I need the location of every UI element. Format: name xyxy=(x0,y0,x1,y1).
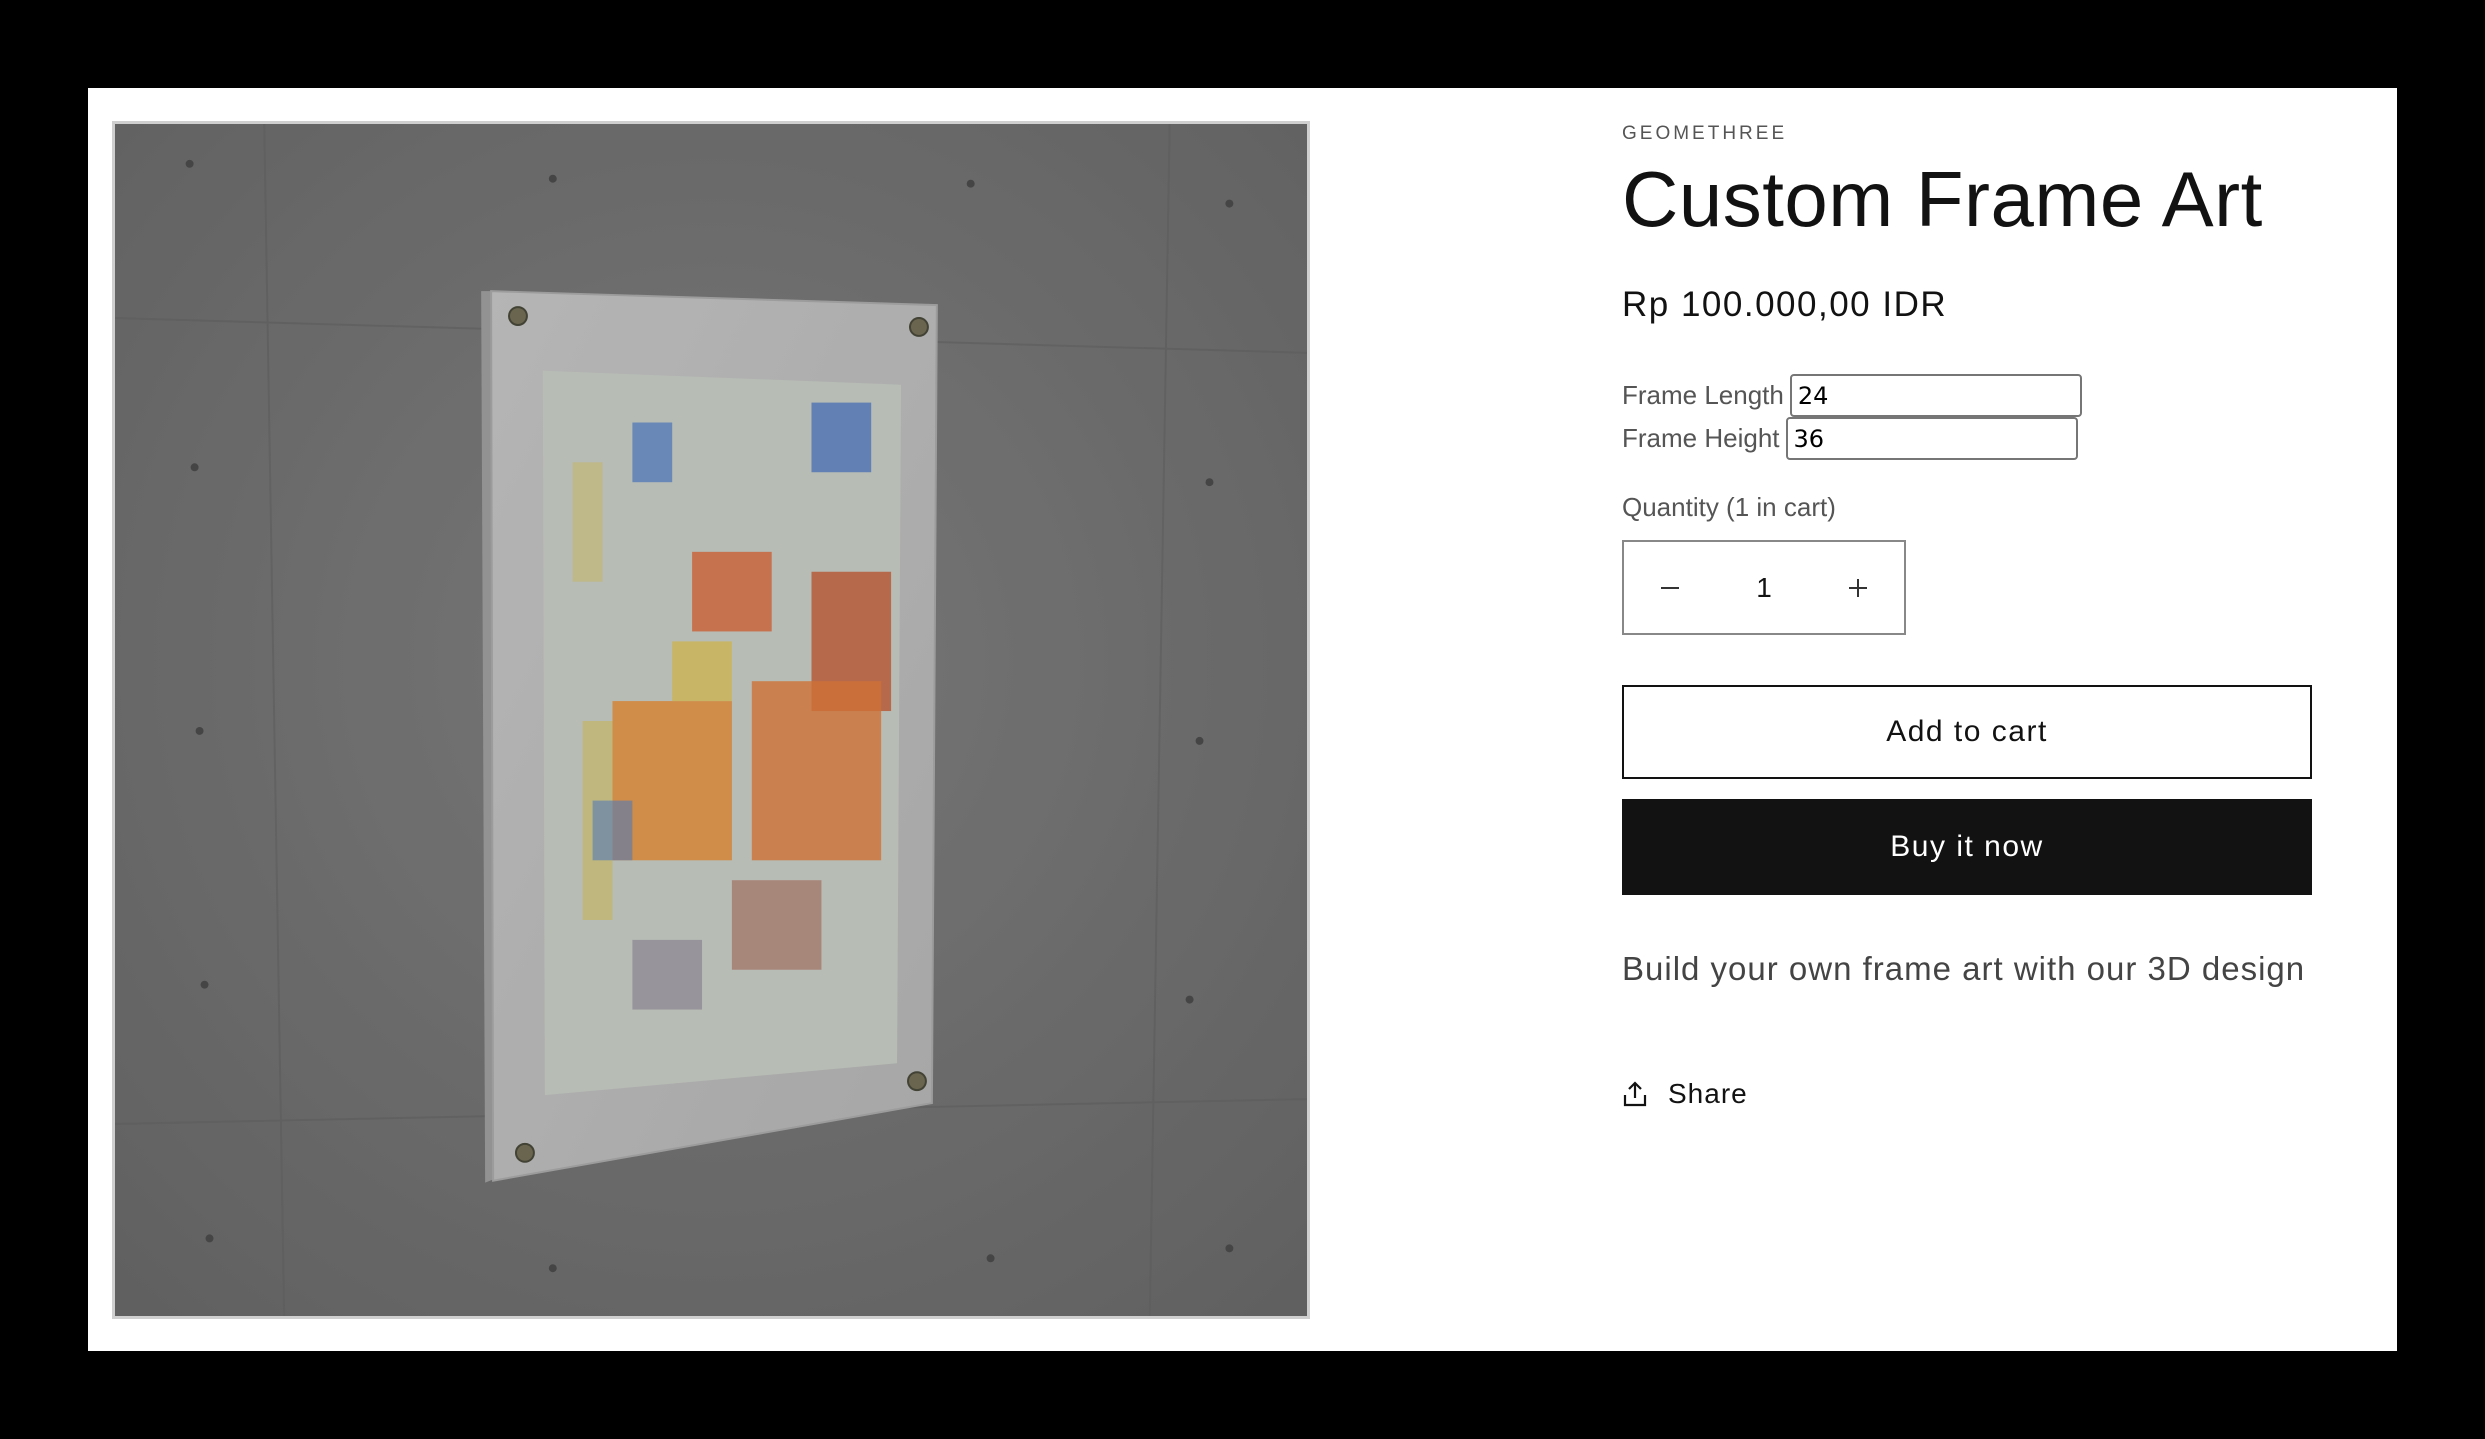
quantity-label: Quantity (1 in cart) xyxy=(1622,492,1836,522)
frame-art-render xyxy=(115,124,1307,1316)
quantity-increase-button[interactable] xyxy=(1812,542,1904,633)
plus-icon xyxy=(1849,578,1867,597)
quantity-value[interactable]: 1 xyxy=(1716,572,1812,604)
add-to-cart-button[interactable]: Add to cart xyxy=(1622,685,2312,779)
frame-height-row: Frame Height xyxy=(1622,417,2078,460)
frame-height-input[interactable] xyxy=(1785,417,2078,460)
frame-length-row: Frame Length xyxy=(1622,374,2082,417)
quantity-stepper: 1 xyxy=(1622,540,1906,635)
product-page: GEOMETHREE Custom Frame Art Rp 100.000,0… xyxy=(88,88,2397,1351)
minus-icon xyxy=(1661,586,1679,589)
frame-length-label: Frame Length xyxy=(1622,380,1784,410)
product-image-3d-preview[interactable] xyxy=(112,121,1310,1319)
share-label: Share xyxy=(1668,1078,1748,1109)
share-button[interactable]: Share xyxy=(1622,1078,1748,1110)
share-upload-icon xyxy=(1623,1081,1647,1107)
buy-it-now-button[interactable]: Buy it now xyxy=(1622,799,2312,895)
product-description: Build your own frame art with our 3D des… xyxy=(1622,950,2306,987)
frame-length-input[interactable] xyxy=(1789,374,2082,417)
vendor-name: GEOMETHREE xyxy=(1622,123,1788,144)
quantity-decrease-button[interactable] xyxy=(1624,542,1716,633)
product-price: Rp 100.000,00 IDR xyxy=(1622,285,1948,324)
product-title: Custom Frame Art xyxy=(1622,155,2263,243)
frame-height-label: Frame Height xyxy=(1622,423,1780,453)
